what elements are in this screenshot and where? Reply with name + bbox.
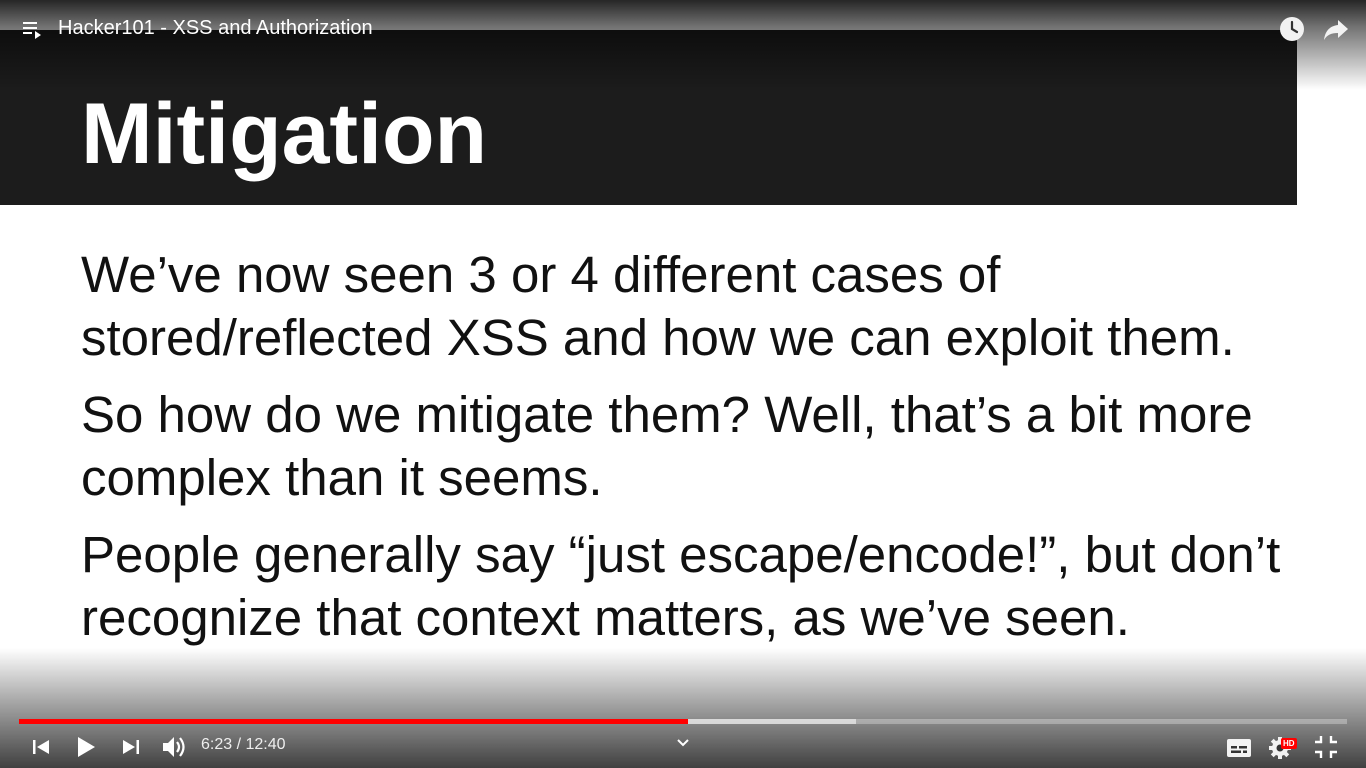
volume-button[interactable] <box>160 732 190 762</box>
share-button[interactable] <box>1321 15 1351 43</box>
progress-played <box>19 719 689 724</box>
slide-paragraph: So how do we mitigate them? Well, that’s… <box>81 386 1253 506</box>
volume-icon <box>163 737 185 757</box>
previous-button[interactable] <box>28 734 54 760</box>
watch-later-button[interactable] <box>1278 15 1306 43</box>
chapter-expand-button[interactable] <box>674 734 692 752</box>
share-icon <box>1324 20 1348 40</box>
progress-bar[interactable] <box>19 719 1347 724</box>
slide-paragraph: People generally say “just escape/encode… <box>81 526 1281 646</box>
exit-fullscreen-icon <box>1315 736 1337 758</box>
play-icon <box>78 737 95 757</box>
video-title-link[interactable]: Hacker101 - XSS and Authorization <box>58 16 373 40</box>
subtitles-icon <box>1227 739 1251 757</box>
skip-next-icon <box>123 740 139 754</box>
skip-previous-icon <box>33 740 49 754</box>
slide-paragraph: We’ve now seen 3 or 4 different cases of… <box>81 246 1235 366</box>
subtitles-button[interactable] <box>1224 734 1254 762</box>
time-display: 6:23 / 12:40 <box>201 736 286 753</box>
clock-icon <box>1280 17 1304 41</box>
play-button[interactable] <box>72 732 100 762</box>
chevron-down-icon <box>677 739 689 747</box>
exit-fullscreen-button[interactable] <box>1312 733 1340 761</box>
next-button[interactable] <box>118 734 144 760</box>
playlist-icon[interactable] <box>20 18 44 40</box>
slide-title: Mitigation <box>81 86 488 182</box>
hd-quality-badge: HD <box>1281 738 1297 749</box>
video-player[interactable]: Mitigation We’ve now seen 3 or 4 differe… <box>0 0 1366 768</box>
